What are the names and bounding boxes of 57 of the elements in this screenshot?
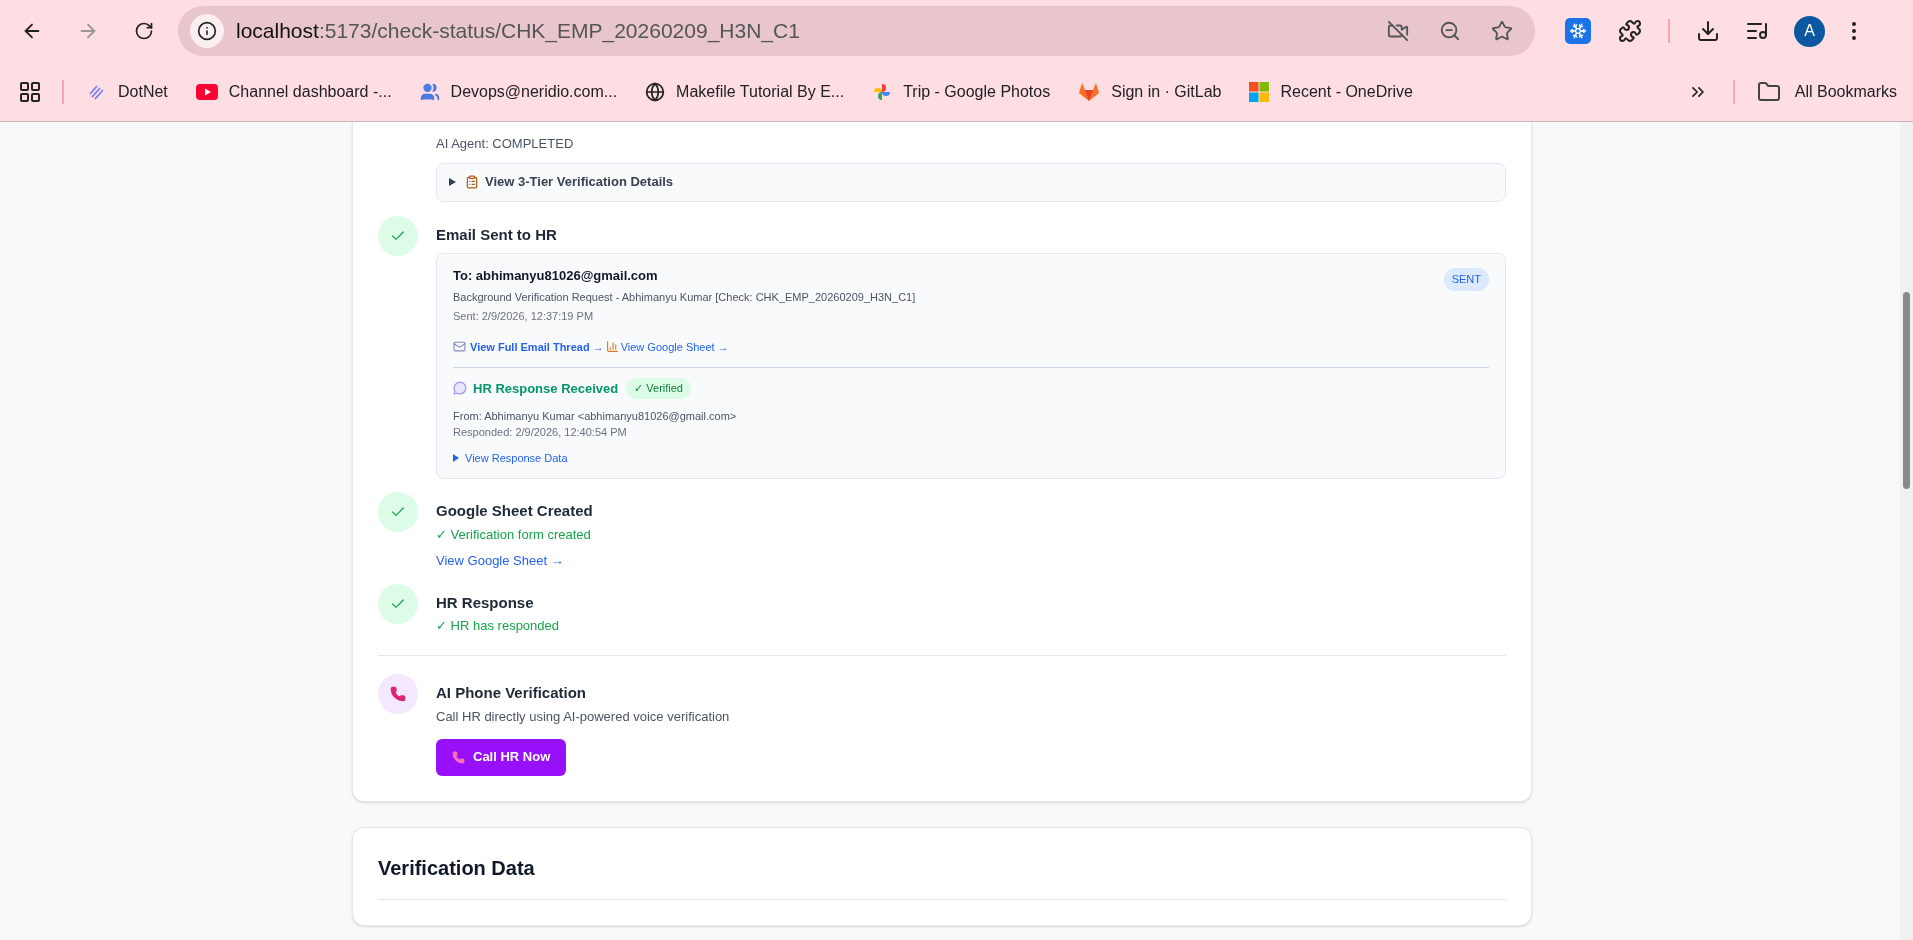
card-title: Verification Data (378, 852, 1506, 900)
verified-badge: ✓ Verified (626, 378, 691, 399)
bookmark-star-icon[interactable] (1491, 20, 1513, 42)
step-title: HR Response (436, 592, 535, 613)
pinwheel-icon (872, 81, 893, 102)
phone-icon (378, 673, 418, 714)
bookmark-link[interactable]: Devops@neridio.com... (450, 79, 618, 104)
profile-avatar[interactable]: A (1794, 15, 1825, 47)
bookmark-link[interactable]: Channel dashboard -... (228, 79, 392, 104)
site-info-icon[interactable] (197, 21, 217, 41)
apps-grid-icon[interactable] (18, 79, 42, 104)
email-subject: Background Verification Request - Abhimanyu Kumar [Check: CHK_EMP_20260209_H3N_C1] (453, 289, 917, 305)
agent-status: AI Agent: COMPLETED (436, 135, 575, 153)
chart-icon (605, 340, 619, 354)
zoom-out-icon[interactable] (1439, 20, 1461, 42)
response-sender: From: Abhimanyu Kumar <abhimanyu81026@gmail.com> (453, 408, 738, 424)
email-sent-time: Sent: 2/9/2026, 12:37:19 PM (453, 309, 595, 324)
email-recipient: To: abhimanyu81026@gmail.com (453, 267, 658, 285)
people-icon (419, 81, 440, 102)
play-icon (195, 83, 218, 100)
fox-icon (1078, 81, 1101, 102)
extension-icon[interactable] (1565, 18, 1591, 44)
call-button[interactable]: Call HR Now (436, 738, 567, 776)
step-title: Email Sent to HR (436, 224, 558, 245)
response-time: Responded: 2/9/2026, 12:40:54 PM (453, 425, 628, 440)
folder-icon[interactable] (1756, 79, 1781, 104)
step-description: Call HR directly using AI-powered voice verification (436, 708, 731, 726)
bookmark-link[interactable]: Sign in · GitLab (1111, 79, 1222, 104)
puzzle-icon[interactable] (1618, 19, 1642, 43)
bookmark-link[interactable]: Recent - OneDrive (1280, 79, 1413, 104)
email-thread-link[interactable]: View Full Email Thread → (470, 338, 604, 355)
url-text: localhost:5173/check-status/CHK_EMP_20260209_H3N_C1 (236, 18, 800, 45)
step-note: ✓ HR has responded (436, 617, 560, 635)
globe-icon (645, 81, 666, 102)
scrollbar[interactable] (1900, 122, 1913, 940)
response-title: HR Response Received (473, 379, 619, 398)
camera-off-icon[interactable] (1387, 20, 1409, 42)
step-title: AI Phone Verification (436, 682, 588, 703)
google-sheet-link[interactable]: View Google Sheet → (620, 338, 729, 355)
reload-icon[interactable] (134, 21, 154, 41)
step-note: ✓ Verification form created (436, 525, 592, 544)
phone-icon (452, 750, 465, 764)
all-bookmarks-link[interactable]: All Bookmarks (1794, 79, 1897, 104)
bookmark-link[interactable]: DotNet (118, 79, 168, 104)
clipboard-icon (465, 175, 479, 189)
speech-bubble-icon (453, 381, 467, 396)
status-badge: SENT (1443, 268, 1489, 291)
step-title: Google Sheet Created (436, 501, 594, 521)
bookmark-link[interactable]: Trip - Google Photos (903, 79, 1051, 104)
response-data-toggle[interactable]: View Response Data (453, 449, 568, 466)
envelope-icon (453, 340, 466, 354)
download-icon[interactable] (1696, 19, 1720, 43)
address-bar[interactable]: localhost:5173/check-status/CHK_EMP_20260209_H3N_C1 (178, 6, 1535, 56)
bookmark-link[interactable]: Makefile Tutorial By E... (676, 79, 845, 104)
windows-icon (1249, 81, 1270, 102)
verification-details-toggle[interactable]: View 3-Tier Verification Details (436, 162, 1506, 202)
google-sheet-link[interactable]: View Google Sheet → (436, 551, 1506, 571)
